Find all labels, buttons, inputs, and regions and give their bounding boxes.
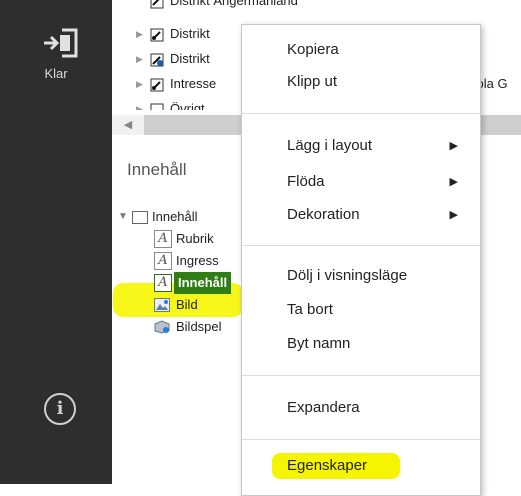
done-label[interactable]: Klar xyxy=(0,66,112,81)
expand-arrow-icon[interactable]: ▶ xyxy=(136,23,143,45)
menu-item-expand[interactable]: Expandera xyxy=(242,393,480,423)
folder-icon xyxy=(132,211,148,224)
expand-arrow-icon[interactable]: ▶ xyxy=(136,48,143,70)
page-icon xyxy=(150,27,164,42)
locked-page-icon xyxy=(150,52,164,67)
text-A-icon: A xyxy=(154,230,172,248)
submenu-arrow-icon: ▶ xyxy=(449,176,458,188)
expand-arrow-icon[interactable]: ▶ xyxy=(136,73,143,95)
menu-divider xyxy=(242,113,480,114)
context-menu: Kopiera Klipp ut Lägg i layout ▶ Flöda ▶… xyxy=(241,24,481,496)
text-A-icon: A xyxy=(154,252,172,270)
scroll-left-icon[interactable]: ◀ xyxy=(112,115,144,135)
left-rail: Klar i xyxy=(0,0,112,484)
menu-divider xyxy=(242,439,480,440)
menu-item-remove[interactable]: Ta bort xyxy=(242,295,480,325)
menu-item-flow[interactable]: Flöda ▶ xyxy=(242,167,480,197)
menu-item-hide-in-view[interactable]: Dölj i visningsläge xyxy=(242,261,480,291)
text-A-icon: A xyxy=(154,274,172,292)
menu-item-decoration[interactable]: Dekoration ▶ xyxy=(242,200,480,230)
slideshow-icon xyxy=(154,319,170,334)
menu-divider xyxy=(242,245,480,246)
collapse-arrow-icon[interactable]: ▼ xyxy=(118,206,128,228)
submenu-arrow-icon: ▶ xyxy=(449,209,458,221)
info-icon[interactable]: i xyxy=(44,393,76,425)
section-title: Innehåll xyxy=(127,160,187,179)
menu-item-copy[interactable]: Kopiera xyxy=(242,35,480,65)
menu-divider xyxy=(242,375,480,376)
page-icon xyxy=(150,77,164,92)
image-icon xyxy=(154,297,170,312)
menu-item-rename[interactable]: Byt namn xyxy=(242,329,480,359)
menu-item-add-to-layout[interactable]: Lägg i layout ▶ xyxy=(242,131,480,161)
expand-arrow-icon[interactable]: ▶ xyxy=(136,98,143,110)
menu-item-properties[interactable]: Egenskaper xyxy=(242,451,480,481)
page-icon xyxy=(150,102,164,110)
submenu-arrow-icon: ▶ xyxy=(449,140,458,152)
page-icon xyxy=(150,0,164,9)
menu-item-cut[interactable]: Klipp ut xyxy=(242,67,480,97)
exit-icon[interactable] xyxy=(42,26,82,60)
